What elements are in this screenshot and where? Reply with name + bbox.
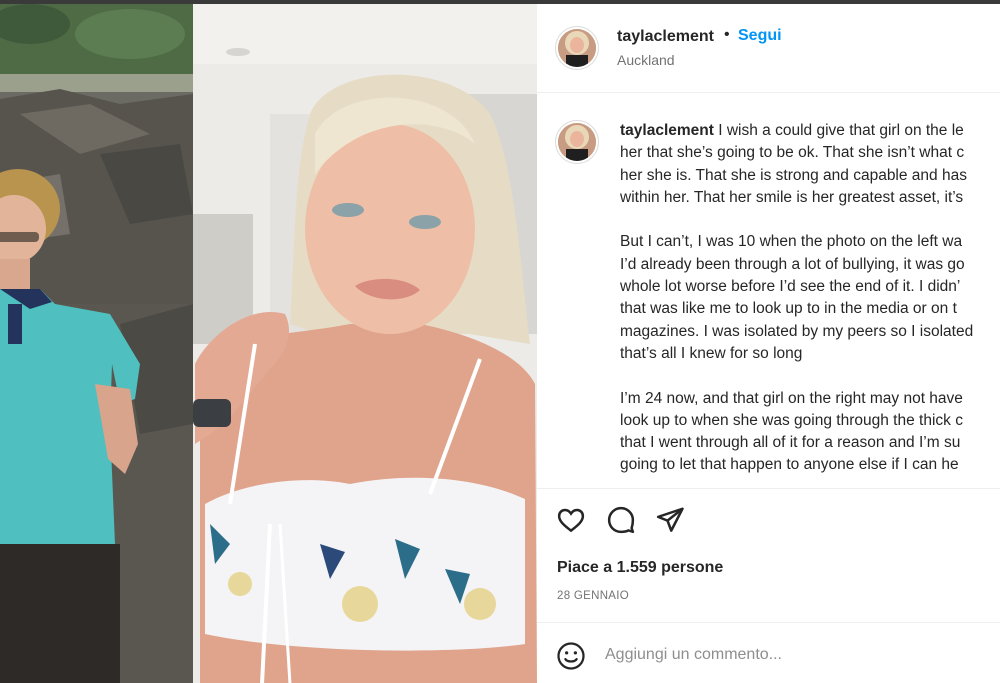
caption-line: going to let that happen to anyone else … <box>620 456 959 474</box>
comment-bubble-icon[interactable] <box>606 505 636 535</box>
caption-line: that I went through all of it for a reas… <box>620 434 961 452</box>
caption-line: But I can’t, I was 10 when the photo on … <box>620 233 963 251</box>
caption-paragraph-1: taylaclement I wish a could give that gi… <box>620 120 1000 209</box>
avatar[interactable] <box>558 29 596 67</box>
caption-line: her she is. That she is strong and capab… <box>620 166 967 184</box>
caption-line: whole lot worse before I’d see the end o… <box>620 278 961 296</box>
avatar-image <box>558 29 596 67</box>
caption-line: that was like me to look up to in the me… <box>620 300 957 318</box>
comment-input[interactable] <box>605 640 985 670</box>
follow-button[interactable]: Segui <box>738 27 782 45</box>
caption-text: taylaclement I wish a could give that gi… <box>620 120 1000 488</box>
smiley-icon[interactable] <box>556 641 586 671</box>
caption-line: magazines. I was isolated by my peers so… <box>620 322 974 340</box>
caption-section: taylaclement I wish a could give that gi… <box>537 92 1000 488</box>
caption-line: that’s all I knew for so long <box>620 344 803 362</box>
separator-dot: • <box>724 26 730 43</box>
post-actions: Piace a 1.559 persone 28 GENNAIO <box>537 488 1000 623</box>
caption-line: I’d already been through a lot of bullyi… <box>620 255 965 273</box>
caption-paragraph-3: I’m 24 now, and that girl on the right m… <box>620 388 1000 477</box>
heart-icon[interactable] <box>556 505 586 535</box>
caption-username[interactable]: taylaclement <box>620 122 714 139</box>
caption-line: I wish a could give that girl on the le <box>718 122 964 139</box>
likes-count[interactable]: Piace a 1.559 persone <box>557 559 723 577</box>
caption-avatar-image <box>558 123 596 161</box>
post-location[interactable]: Auckland <box>617 52 675 68</box>
comment-bar <box>537 622 1000 683</box>
post-header: taylaclement • Segui Auckland <box>537 4 1000 93</box>
caption-line: I’m 24 now, and that girl on the right m… <box>620 389 963 407</box>
caption-paragraph-2: But I can’t, I was 10 when the photo on … <box>620 231 1000 365</box>
post-date[interactable]: 28 GENNAIO <box>557 590 629 602</box>
caption-line: look up to when she was going through th… <box>620 411 963 429</box>
paper-plane-icon[interactable] <box>655 505 685 535</box>
caption-avatar[interactable] <box>558 123 596 161</box>
post-details-panel: taylaclement • Segui Auckland taylacleme… <box>537 4 1000 683</box>
post-image[interactable] <box>0 4 537 683</box>
caption-line: her that she’s going to be ok. That she … <box>620 144 965 162</box>
post-author-username[interactable]: taylaclement <box>617 28 714 46</box>
caption-line: within her. That her smile is her greate… <box>620 188 964 206</box>
post-photo-illustration <box>0 4 537 683</box>
